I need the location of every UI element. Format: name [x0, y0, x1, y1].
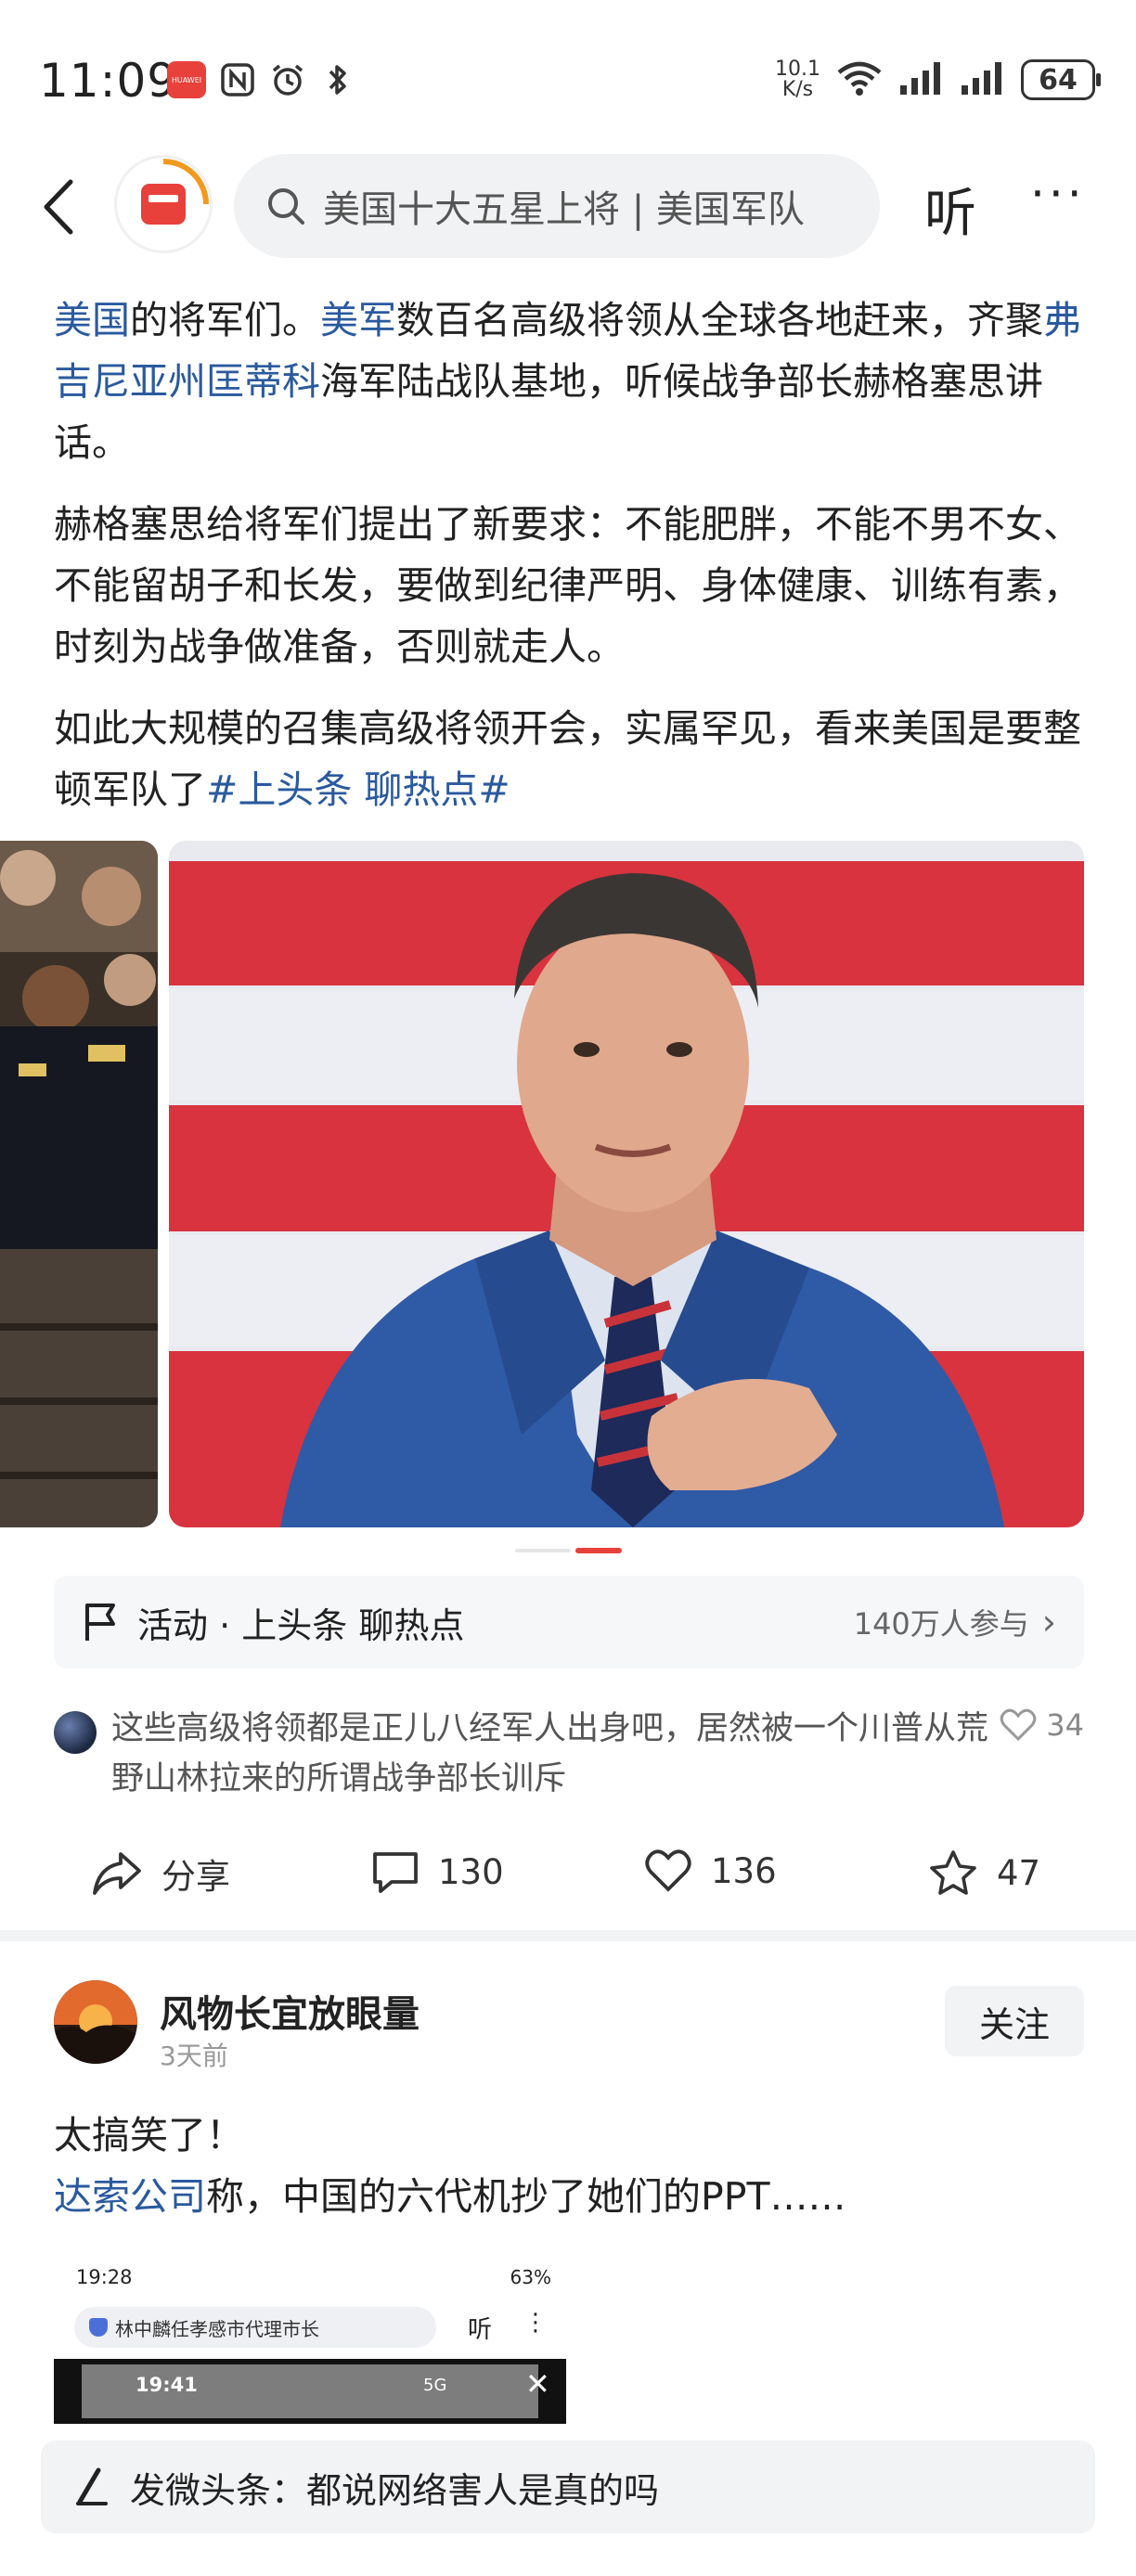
hashtag-link[interactable]: #上头条 聊热点#	[206, 767, 510, 812]
embed-more: ⋮	[523, 2309, 548, 2337]
wifi-icon	[835, 59, 884, 100]
paragraph-text: 数百名高级将领从全球各地赶来，齐聚	[396, 298, 1043, 342]
embed-search-bar: 林中麟任孝感市代理市长	[74, 2307, 436, 2348]
comment-like-count: 34	[1046, 1707, 1084, 1743]
article-paragraph-1: 美国的将军们。美军数百名高级将领从全球各地赶来，齐聚弗吉尼亚州匡蒂科海军陆战队基…	[54, 290, 1084, 473]
clock: 11:09	[39, 54, 178, 108]
share-button[interactable]: 分享	[91, 1848, 230, 1899]
entity-link[interactable]: 美军	[320, 298, 396, 342]
star-icon	[930, 1850, 976, 1895]
signal-icon-2	[960, 59, 1006, 100]
action-bar: 分享 130 136 47	[0, 1826, 1136, 1919]
sunset-avatar-image	[54, 1980, 137, 2064]
article-paragraph-3: 如此大规模的召集高级将领开会，实属罕见，看来美国是要整顿军队了#上头条 聊热点#	[54, 706, 1081, 812]
author-avatar[interactable]	[54, 1980, 137, 2064]
comment-icon	[373, 1852, 418, 1893]
search-placeholder: 美国十大五星上将 | 美国军队	[323, 188, 805, 231]
status-bar: 11:09 HUAWEI 10.1 K/s 64	[0, 0, 1136, 139]
like-button[interactable]: 136	[644, 1848, 777, 1893]
embed-inner-time: 19:41	[136, 2374, 198, 2396]
toutiao-logo-icon	[141, 159, 209, 225]
follow-button[interactable]: 关注	[945, 1986, 1084, 2056]
participant-count: 140万人参与	[853, 1606, 1029, 1642]
embed-time: 19:28	[76, 2266, 133, 2288]
battery-indicator: 64	[1021, 59, 1101, 100]
share-icon	[93, 1852, 141, 1895]
heart-icon	[645, 1849, 691, 1892]
company-link[interactable]: 达索公司	[54, 2174, 206, 2219]
listen-button[interactable]: 听	[924, 172, 976, 247]
entity-link[interactable]: 美国	[54, 298, 130, 342]
notification-icons: HUAWEI	[167, 61, 356, 98]
heart-icon	[1000, 1708, 1037, 1742]
speaker-photo	[169, 841, 1084, 1527]
activity-banner[interactable]: 活动 · 上头条 聊热点 140万人参与 ›	[54, 1576, 1084, 1668]
embed-listen: 听	[468, 2316, 493, 2344]
back-arrow-icon	[44, 179, 73, 235]
more-options-button[interactable]: ···	[1030, 167, 1086, 221]
paragraph-text: 的将军们。	[130, 298, 320, 342]
article-paragraph-2: 赫格塞思给将军们提出了新要求：不能肥胖，不能不男不女、不能留胡子和长发，要做到纪…	[54, 502, 1081, 669]
comment-button[interactable]: 130	[371, 1848, 504, 1895]
shield-icon	[89, 2318, 108, 2337]
back-button[interactable]	[39, 174, 95, 239]
embed-inner-status: 5G	[423, 2376, 447, 2395]
flag-icon	[85, 1604, 115, 1641]
post-divider	[0, 1930, 1136, 1941]
embedded-screenshot[interactable]: 19:28 63% 林中麟任孝感市代理市长 听 ⋮ 19:41 5G ✕	[54, 2255, 566, 2424]
comment-like-button[interactable]: 34	[1000, 1707, 1084, 1743]
bluetooth-icon	[319, 61, 356, 98]
search-icon	[268, 188, 304, 225]
huawei-app-icon: HUAWEI	[167, 61, 206, 98]
compose-bar[interactable]: 发微头条：都说网络害人是真的吗	[41, 2441, 1095, 2533]
pencil-icon	[76, 2467, 108, 2505]
search-bar[interactable]: 美国十大五星上将 | 美国军队	[234, 154, 880, 258]
image-pager-dots	[515, 1548, 622, 1553]
compose-prompt: 发微头条：都说网络害人是真的吗	[130, 2469, 660, 2511]
comment-text: 这些高级将领都是正儿八经军人出身吧，居然被一个川普从荒野山林拉来的所谓战争部长训…	[111, 1710, 989, 1797]
nfc-icon	[219, 61, 256, 98]
author-name[interactable]: 风物长宜放眼量	[160, 1984, 420, 2038]
article-image-main[interactable]	[169, 841, 1084, 1527]
favorite-button[interactable]: 47	[928, 1848, 1040, 1897]
signal-icon-1	[898, 59, 945, 100]
commenter-avatar[interactable]	[54, 1711, 97, 1754]
close-icon[interactable]: ✕	[525, 2366, 550, 2402]
post-text-line-1: 太搞笑了！	[54, 2113, 244, 2157]
embed-inner-screenshot	[54, 2359, 566, 2424]
officers-photo	[0, 841, 158, 1527]
embed-battery: 63%	[510, 2266, 551, 2288]
chevron-right-icon: ›	[1041, 1602, 1056, 1642]
activity-label: 活动 · 上头条 聊热点	[137, 1604, 465, 1646]
app-logo[interactable]	[117, 158, 210, 251]
net-speed: 10.1 K/s	[775, 58, 820, 101]
alarm-icon	[269, 61, 306, 98]
post-text-line-2: 达索公司称，中国的六代机抄了她们的PPT……	[54, 2174, 846, 2219]
system-status: 10.1 K/s 64	[775, 58, 1101, 101]
post-time: 3天前	[160, 2041, 228, 2071]
article-image-previous[interactable]	[0, 841, 158, 1527]
